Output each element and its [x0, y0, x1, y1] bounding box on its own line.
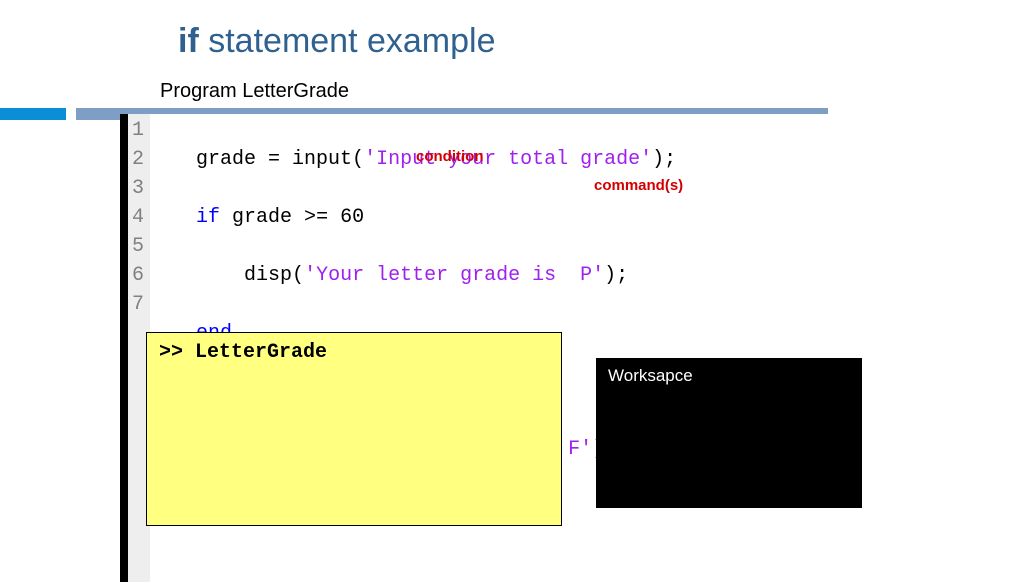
workspace-panel: Worksapce: [596, 358, 862, 508]
title-keyword: if: [178, 22, 199, 60]
line-number: 4: [132, 203, 144, 232]
line-number: 5: [132, 232, 144, 261]
line-number: 1: [132, 116, 144, 145]
workspace-label: Worksapce: [608, 366, 693, 385]
console-line: >> LetterGrade: [159, 341, 327, 364]
title-rest: statement example: [199, 22, 496, 60]
command-window: >> LetterGrade: [146, 332, 562, 526]
editor-edge: [120, 114, 128, 582]
program-name: Program LetterGrade: [160, 80, 349, 103]
divider-accent: [0, 108, 66, 120]
annotation-condition: condition: [416, 148, 484, 165]
line-number: 2: [132, 145, 144, 174]
annotation-commands: command(s): [594, 177, 683, 194]
line-number: 7: [132, 290, 144, 319]
code-line: disp('Your letter grade is P');: [160, 261, 676, 290]
slide-title: if statement example: [178, 22, 495, 61]
line-number: 3: [132, 174, 144, 203]
code-line: if grade >= 60: [160, 203, 676, 232]
line-number: 6: [132, 261, 144, 290]
